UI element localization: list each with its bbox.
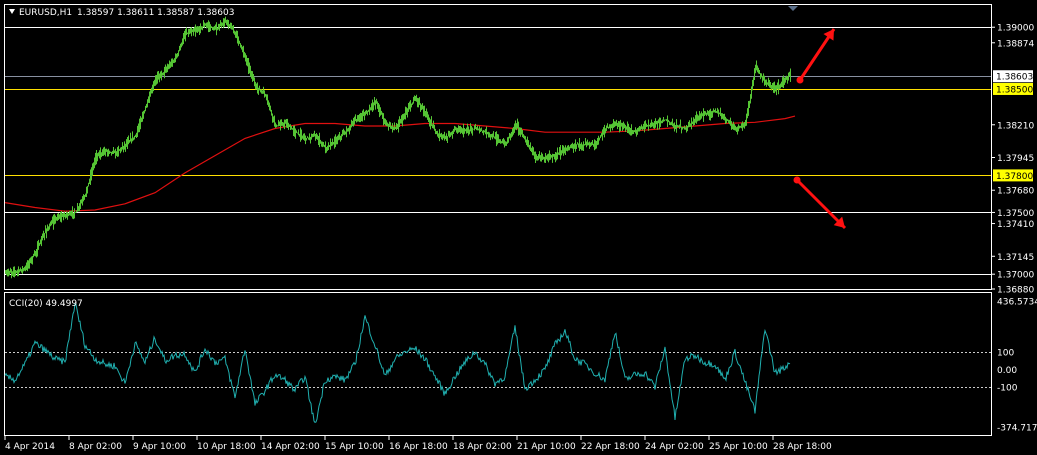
price-tick-label: 1.37680 [997, 187, 1034, 197]
price-tick-label: 1.37410 [997, 220, 1034, 230]
price-tick-label: 1.39000 [997, 24, 1034, 34]
price-tick-label: 1.37500 [997, 209, 1034, 219]
time-tick-label: 14 Apr 02:00 [261, 442, 320, 452]
ohlc-label: 1.38597 1.38611 1.38587 1.38603 [77, 8, 234, 18]
time-tick-label: 28 Apr 18:00 [773, 442, 832, 452]
cci-tick-label: -374.7172 [997, 424, 1037, 434]
chart-canvas[interactable]: 1.39000 1.38874 1.38603 1.38500 1.38210 1.379… [0, 0, 1037, 455]
price-tick-label: 1.38210 [997, 121, 1034, 131]
time-tick-label: 16 Apr 18:00 [389, 442, 448, 452]
time-tick-label: 18 Apr 02:00 [453, 442, 512, 452]
cci-tick-label: 100 [997, 348, 1014, 358]
price-tick-label: 1.38603 [996, 73, 1033, 83]
price-tick-label: 1.36880 [997, 286, 1034, 296]
time-tick-label: 24 Apr 02:00 [645, 442, 704, 452]
time-tick-label: 25 Apr 10:00 [709, 442, 768, 452]
time-tick-label: 9 Apr 10:00 [133, 442, 186, 452]
cci-tick-label: 0.00 [997, 366, 1017, 376]
time-tick-label: 8 Apr 02:00 [69, 442, 122, 452]
price-tick-label: 1.38500 [996, 85, 1033, 95]
cci-tick-label: 436.5734 [997, 298, 1037, 308]
time-tick-label: 22 Apr 18:00 [581, 442, 640, 452]
time-tick-label: 21 Apr 10:00 [517, 442, 576, 452]
time-tick-label: 10 Apr 18:00 [197, 442, 256, 452]
price-tick-label: 1.37000 [997, 271, 1034, 281]
cci-label: CCI(20) 49.4997 [9, 299, 83, 309]
time-tick-label: 15 Apr 10:00 [325, 442, 384, 452]
price-tick-label: 1.38874 [997, 39, 1034, 49]
symbol-label: EURUSD,H1 [19, 8, 72, 18]
price-tick-label: 1.37145 [997, 253, 1034, 263]
time-tick-label: 4 Apr 2014 [5, 442, 55, 452]
price-tick-label: 1.37945 [997, 154, 1034, 164]
cci-tick-label: -100 [997, 383, 1018, 393]
price-tick-label: 1.37800 [996, 172, 1033, 182]
